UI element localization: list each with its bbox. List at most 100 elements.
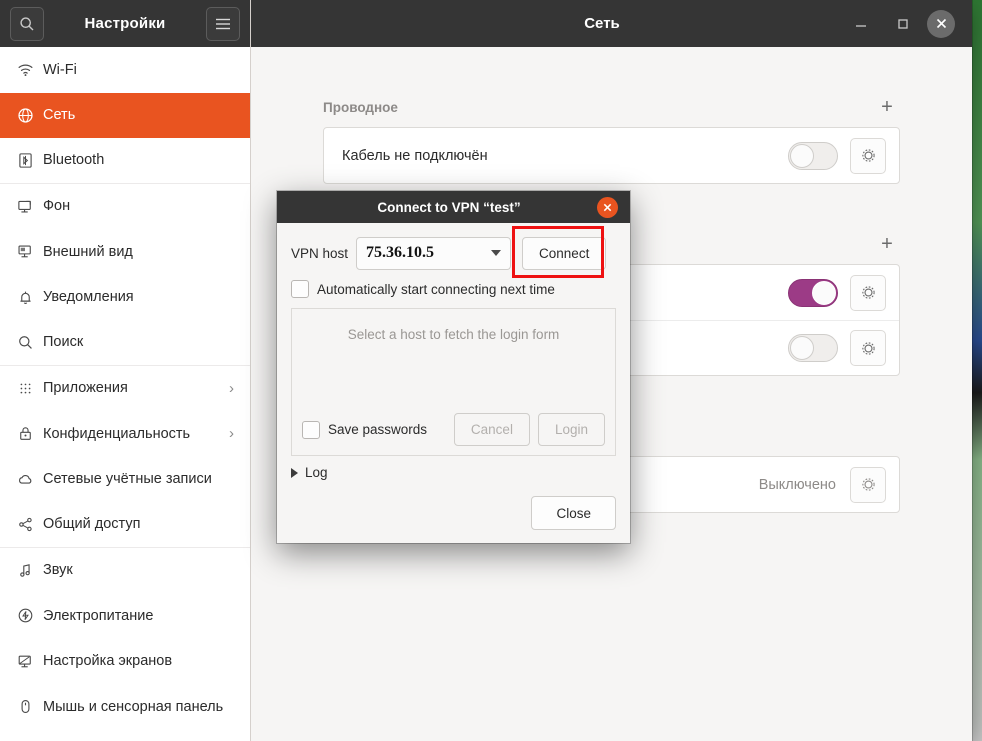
wired-settings-button[interactable] <box>850 137 886 174</box>
sidebar-item-label: Электропитание <box>43 607 154 624</box>
sidebar-item-label: Поиск <box>43 334 84 351</box>
triangle-right-icon <box>291 467 298 478</box>
sidebar-item-label: Внешний вид <box>43 243 133 260</box>
settings-gear-icon <box>861 286 875 299</box>
vpn-host-row: VPN host 75.36.10.5 Connect <box>291 225 616 278</box>
sidebar-item-1[interactable]: Wi-Fi <box>0 47 250 93</box>
vpn-toggle-disabled[interactable] <box>788 334 838 362</box>
sidebar-item-14[interactable]: Настройка экранов <box>0 639 250 685</box>
wifi-icon <box>17 61 43 78</box>
dialog-titlebar: Connect to VPN “test” <box>277 191 630 223</box>
vpn-host-value: 75.36.10.5 <box>366 244 435 261</box>
settings-gear-icon <box>861 341 875 355</box>
sidebar-item-label: Мышь и сенсорная панель <box>43 698 224 715</box>
sidebar: Настройки Wi-Fi Сеть Bluetooth Фон Внешний в… <box>0 0 251 741</box>
dialog-title: Connect to VPN “test” <box>377 199 521 215</box>
vpn-host-select[interactable]: 75.36.10.5 <box>356 236 512 270</box>
wired-card: Кабель не подключён <box>323 127 900 184</box>
vpn-settings-button[interactable] <box>850 274 886 311</box>
main-menu-button[interactable] <box>206 6 240 41</box>
sidebar-item-10[interactable]: Сетевые учётные записи <box>0 457 250 503</box>
login-form-placeholder: Select a host to fetch the login form <box>347 327 560 342</box>
sidebar-item-13[interactable]: Электропитание <box>0 593 250 639</box>
settings-gear-icon <box>861 149 875 162</box>
dialog-body: VPN host 75.36.10.5 Connect Automaticall… <box>277 223 630 496</box>
login-form-panel: Select a host to fetch the login form Sa… <box>291 308 616 456</box>
sidebar-item-label: Сеть <box>43 107 76 124</box>
status-badge: Выключено <box>758 476 836 493</box>
sidebar-item-label: Приложения <box>43 380 128 397</box>
maximize-button[interactable] <box>885 6 921 42</box>
sidebar-item-5[interactable]: Внешний вид <box>0 229 250 275</box>
mouse-icon <box>17 698 43 715</box>
sidebar-item-12[interactable]: Звук <box>0 548 250 594</box>
globe-icon <box>17 107 43 124</box>
sidebar-item-15[interactable]: Мышь и сенсорная панель <box>0 684 250 730</box>
toggle-knob <box>812 280 836 305</box>
sidebar-item-8[interactable]: Приложения › <box>0 366 250 412</box>
bell-icon <box>17 289 43 306</box>
log-expander[interactable]: Log <box>291 465 616 480</box>
desktop-root: Настройки Wi-Fi Сеть Bluetooth Фон Внешний в… <box>0 0 982 741</box>
search-button[interactable] <box>10 6 44 41</box>
sidebar-item-11[interactable]: Общий доступ <box>0 502 250 548</box>
power-icon <box>17 607 43 624</box>
add-vpn-connection-button[interactable]: + <box>874 231 900 257</box>
log-label: Log <box>305 465 328 480</box>
sidebar-item-label: Сетевые учётные записи <box>43 471 212 488</box>
add-wired-connection-button[interactable]: + <box>874 94 900 120</box>
lock-icon <box>17 425 43 442</box>
dialog-footer: Close <box>277 496 630 543</box>
sidebar-item-label: Общий доступ <box>43 516 141 533</box>
vpn-settings-button-2[interactable] <box>850 330 886 366</box>
apps-grid-icon <box>17 380 43 397</box>
hamburger-menu-icon <box>216 18 230 29</box>
sidebar-item-list: Wi-Fi Сеть Bluetooth Фон Внешний вид Уведомле… <box>0 47 250 730</box>
section-add-placeholder <box>874 423 900 449</box>
cancel-button[interactable]: Cancel <box>453 413 530 446</box>
sidebar-item-7[interactable]: Поиск <box>0 320 250 366</box>
wired-toggle[interactable] <box>788 141 838 170</box>
auto-connect-row[interactable]: Automatically start connecting next time <box>291 280 616 298</box>
sidebar-item-6[interactable]: Уведомления <box>0 275 250 321</box>
sidebar-item-4[interactable]: Фон <box>0 184 250 230</box>
bluetooth-icon <box>17 152 43 169</box>
search-icon <box>20 16 34 30</box>
search-icon <box>17 334 43 351</box>
connect-button-wrapper: Connect <box>512 225 607 278</box>
sidebar-item-label: Фон <box>43 198 71 215</box>
music-note-icon <box>17 562 43 579</box>
wallpaper-icon <box>17 198 43 215</box>
save-passwords-label: Save passwords <box>328 422 428 437</box>
section-title: Проводное <box>323 99 398 115</box>
settings-gear-icon <box>861 478 875 491</box>
close-icon <box>936 18 946 29</box>
maximize-icon <box>898 18 908 29</box>
sidebar-header: Настройки <box>0 0 250 47</box>
row-label: Кабель не подключён <box>342 147 488 164</box>
sidebar-item-9[interactable]: Конфиденциальность › <box>0 411 250 457</box>
close-dialog-button[interactable]: Close <box>531 496 616 530</box>
sidebar-item-label: Bluetooth <box>43 152 105 169</box>
login-actions: Save passwords Cancel Login <box>302 413 605 446</box>
sidebar-item-label: Настройка экранов <box>43 653 173 670</box>
vpn-toggle-enabled[interactable] <box>788 278 838 307</box>
chevron-right-icon: › <box>229 379 234 397</box>
auto-connect-checkbox[interactable] <box>291 280 309 298</box>
sidebar-item-2[interactable]: Сеть <box>0 92 250 138</box>
sidebar-item-3[interactable]: Bluetooth <box>0 138 250 184</box>
section-header-wired: Проводное + <box>323 87 900 127</box>
connect-button[interactable]: Connect <box>522 236 607 270</box>
minimize-button[interactable] <box>843 6 879 42</box>
close-window-button[interactable] <box>927 9 955 38</box>
save-passwords-checkbox[interactable] <box>302 420 320 439</box>
table-row[interactable]: Кабель не подключён <box>324 128 899 183</box>
sidebar-item-label: Конфиденциальность <box>43 425 191 442</box>
login-button[interactable]: Login <box>537 413 605 446</box>
sidebar-item-label: Wi-Fi <box>43 61 77 78</box>
vpn-host-label: VPN host <box>291 245 349 261</box>
sidebar-item-label: Звук <box>43 562 73 579</box>
chevron-right-icon: › <box>229 425 234 443</box>
proxy-settings-button[interactable] <box>850 466 886 503</box>
dialog-close-button[interactable] <box>597 196 618 218</box>
